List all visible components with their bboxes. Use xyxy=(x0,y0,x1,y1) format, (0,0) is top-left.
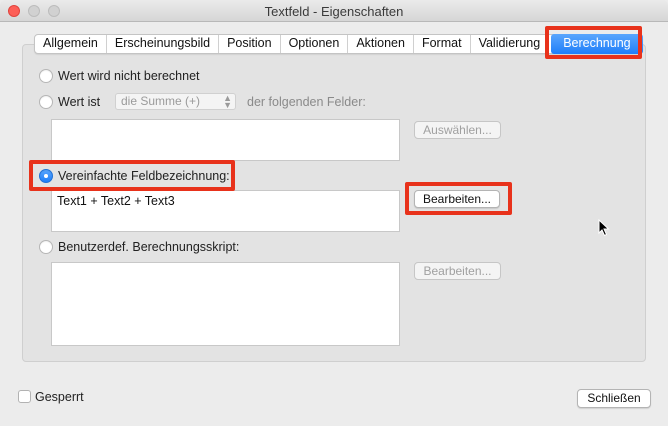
select-arrows-icon: ▲ ▼ xyxy=(223,93,232,110)
edit-simplified-button[interactable]: Bearbeiten... xyxy=(414,190,500,208)
simplified-notation-field[interactable]: Text1 + Text2 + Text3 xyxy=(51,190,400,232)
close-button[interactable]: Schließen xyxy=(577,389,651,408)
tab-validierung[interactable]: Validierung xyxy=(471,35,550,53)
label-value-is: Wert ist xyxy=(58,95,101,109)
tab-aktionen[interactable]: Aktionen xyxy=(348,35,414,53)
label-custom-script: Benutzerdef. Berechnungsskript: xyxy=(58,240,240,254)
tab-format[interactable]: Format xyxy=(414,35,471,53)
label-locked: Gesperrt xyxy=(35,390,84,404)
radio-value-is[interactable] xyxy=(39,95,53,109)
radio-not-calculated[interactable] xyxy=(39,69,53,83)
radio-simplified-notation[interactable] xyxy=(39,169,53,183)
tab-berechnung[interactable]: Berechnung xyxy=(551,34,643,54)
tab-allgemein[interactable]: Allgemein xyxy=(35,35,107,53)
simplified-notation-value: Text1 + Text2 + Text3 xyxy=(57,194,175,208)
fields-list-box[interactable] xyxy=(51,119,400,161)
window-title: Textfeld - Eigenschaften xyxy=(264,4,404,19)
custom-script-box[interactable] xyxy=(51,262,400,346)
value-operation-select[interactable]: die Summe (+) ▲ ▼ xyxy=(115,93,236,110)
select-fields-button[interactable]: Auswählen... xyxy=(414,121,501,139)
radio-custom-script[interactable] xyxy=(39,240,53,254)
properties-dialog: Textfeld - Eigenschaften Allgemein Ersch… xyxy=(0,0,668,426)
title-bar[interactable]: Textfeld - Eigenschaften xyxy=(0,0,668,22)
tab-optionen[interactable]: Optionen xyxy=(281,35,349,53)
mouse-pointer-icon xyxy=(598,219,610,237)
edit-script-button[interactable]: Bearbeiten... xyxy=(414,262,501,280)
label-simplified-notation: Vereinfachte Feldbezeichnung: xyxy=(58,169,230,183)
label-not-calculated: Wert wird nicht berechnet xyxy=(58,69,200,83)
locked-checkbox[interactable] xyxy=(18,390,31,403)
tab-bar: Allgemein Erscheinungsbild Position Opti… xyxy=(34,34,643,54)
label-following-fields: der folgenden Felder: xyxy=(247,95,366,109)
value-operation-selected: die Summe (+) xyxy=(121,94,201,108)
tab-position[interactable]: Position xyxy=(219,35,281,53)
tab-erscheinungsbild[interactable]: Erscheinungsbild xyxy=(107,35,220,53)
